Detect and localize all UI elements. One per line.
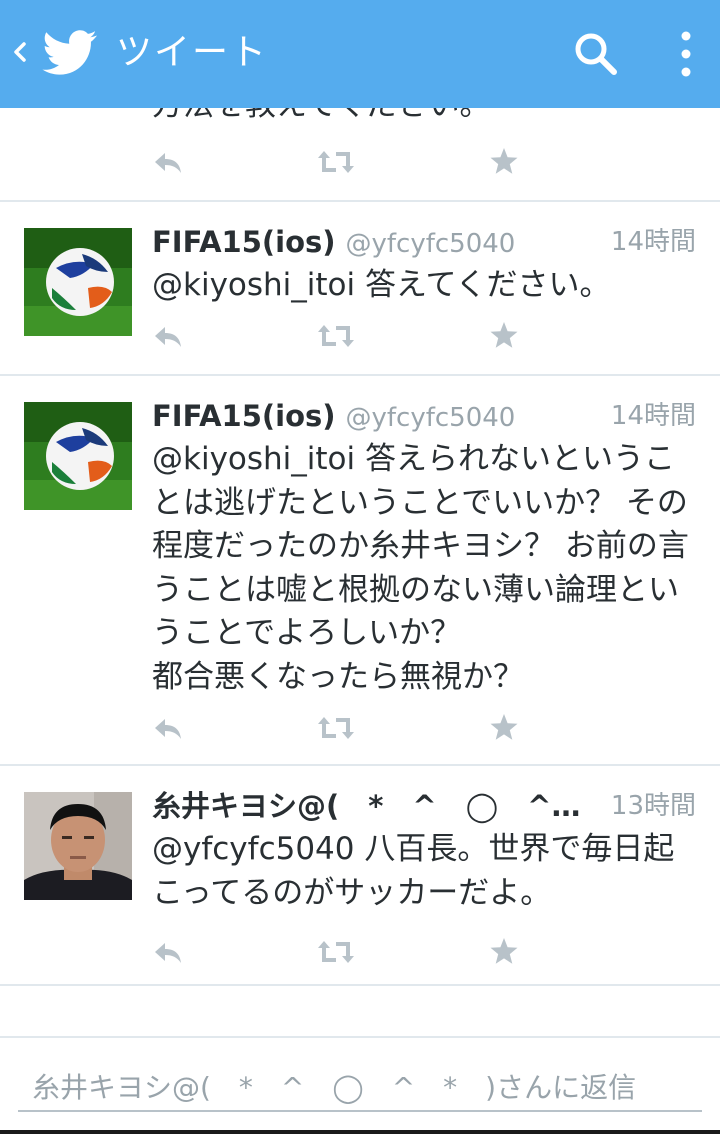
retweet-icon[interactable] [316,144,356,180]
tweet-author[interactable]: FIFA15(ios) @yfcyfc5040 [152,222,515,264]
person-photo-avatar[interactable] [24,792,132,900]
tweet-actions [152,144,552,180]
retweet-icon[interactable] [316,318,356,354]
author-name: FIFA15(ios) [152,225,336,259]
tweet-actions [152,318,552,354]
tweet-text: @kiyoshi_itoi 答えてください。 [152,267,611,303]
tweet-time: 14時間 [610,227,696,257]
reply-compose-bar [0,1036,720,1136]
tweet-item[interactable]: FIFA15(ios) @yfcyfc5040 14時間 @kiyoshi_ito… [0,202,720,374]
star-icon[interactable] [488,144,520,180]
retweet-icon[interactable] [316,934,356,970]
tweet-text: 方法を教えてください。 [152,108,700,128]
soccer-ball-avatar[interactable] [24,228,132,336]
author-handle: @yfcyfc5040 [345,403,516,433]
author-name: FIFA15(ios) [152,399,336,433]
reply-icon[interactable] [152,144,184,180]
page-title: ツイート [116,32,269,73]
divider [0,984,720,986]
reply-icon[interactable] [152,934,184,970]
tweet-author[interactable]: 糸井キヨシ@( * ^ ◯ ^… [152,786,580,826]
star-icon[interactable] [488,934,520,970]
author-handle: @yfcyfc5040 [345,229,516,259]
reply-icon[interactable] [152,710,184,746]
twitter-bird-icon[interactable] [42,30,98,76]
soccer-ball-avatar[interactable] [24,402,132,510]
tweet-text: @kiyoshi_itoi 答えられないということは逃げたということでいいか？ … [152,441,689,695]
tweet-item[interactable]: FIFA15(ios) @yfcyfc5040 14時間 @kiyoshi_ito… [0,376,720,764]
tweet-item[interactable]: 糸井キヨシ@( * ^ ◯ ^… 13時間 @yfcyfc5040 八百長。世界… [0,766,720,984]
tweet-text: @yfcyfc5040 八百長。世界で毎日起こってるのがサッカーだよ。 [152,831,675,911]
star-icon[interactable] [488,710,520,746]
tweet-item[interactable]: 方法を教えてください。 [0,108,720,200]
author-name: 糸井キヨシ@( * ^ ◯ ^… [152,789,581,823]
overflow-menu-icon[interactable] [664,26,708,82]
retweet-icon[interactable] [316,710,356,746]
tweet-list[interactable]: 方法を教えてください。 [0,108,720,1028]
app-bar: ツイート [0,0,720,108]
tweet-actions [152,710,552,746]
star-icon[interactable] [488,318,520,354]
tweet-author[interactable]: FIFA15(ios) @yfcyfc5040 [152,396,515,438]
reply-input[interactable] [18,1064,702,1112]
reply-icon[interactable] [152,318,184,354]
tweet-actions [152,934,552,970]
search-icon[interactable] [570,28,622,80]
tweet-time: 13時間 [610,791,696,821]
screen-edge [0,1130,720,1134]
chevron-left-icon[interactable] [8,30,32,74]
tweet-time: 14時間 [610,401,696,431]
